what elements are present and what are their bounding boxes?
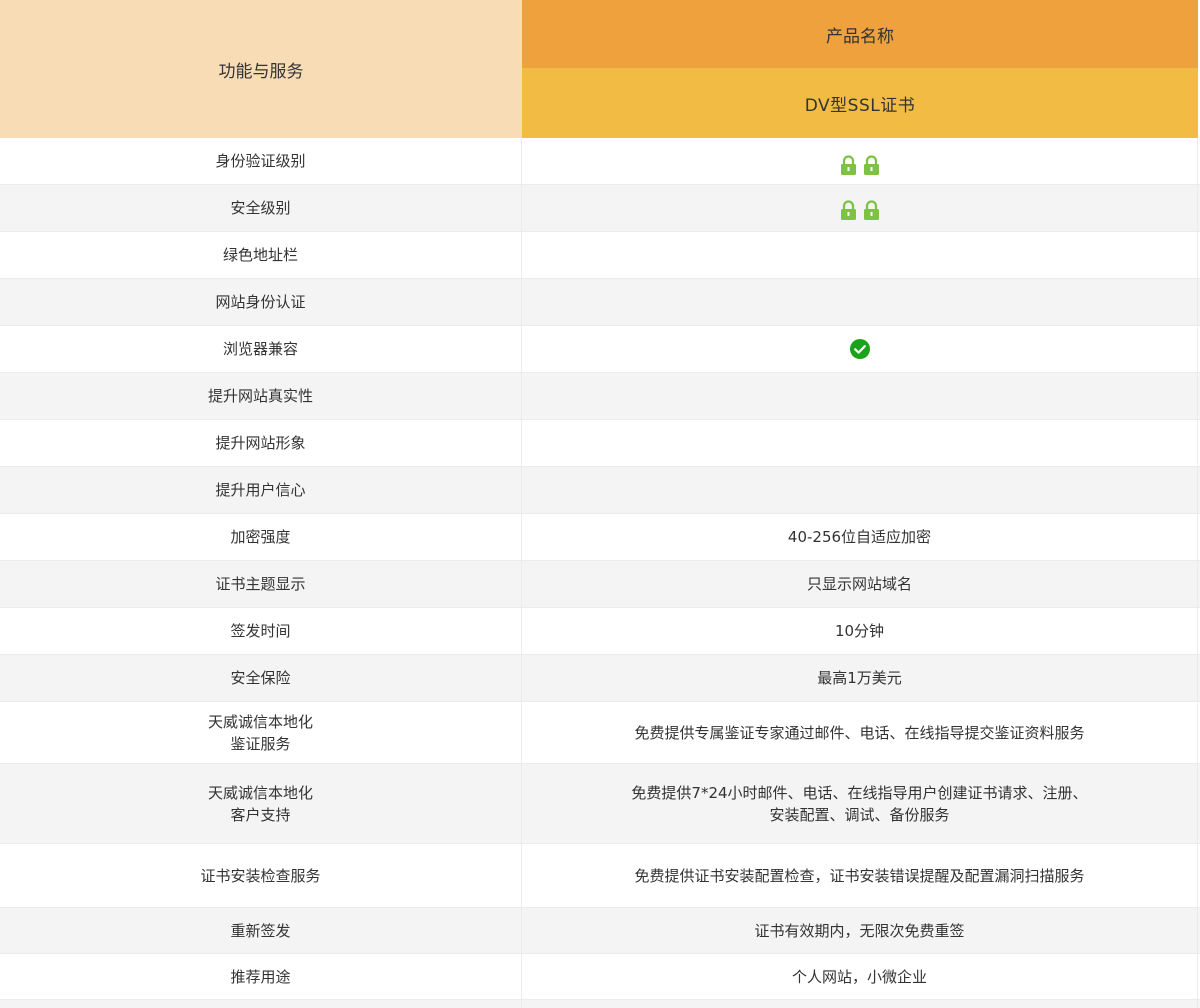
feature-cell: 天威诚信本地化 客户支持 bbox=[0, 764, 522, 843]
feature-cell: 身份验证级别 bbox=[0, 138, 522, 184]
feature-cell: 网站身份认证 bbox=[0, 279, 522, 325]
lock-icon bbox=[863, 155, 879, 175]
value-cell: 最高1万美元 bbox=[522, 655, 1198, 701]
table-row: 重新签发 证书有效期内，无限次免费重签 bbox=[0, 908, 1200, 954]
product-name-label: DV型SSL证书 bbox=[804, 95, 916, 116]
value-text: 只显示网站域名 bbox=[806, 575, 912, 593]
feature-cell: 推荐用途 bbox=[0, 954, 522, 999]
feature-label: 提升用户信心 bbox=[215, 481, 306, 499]
feature-label: 重新签发 bbox=[230, 921, 291, 940]
table-row: 绿色地址栏 bbox=[0, 232, 1200, 279]
value-cell bbox=[522, 326, 1198, 372]
feature-label: 网站身份认证 bbox=[215, 293, 306, 311]
value-cell: 证书有效期内，无限次免费重签 bbox=[522, 908, 1198, 953]
table-row: 加密强度 40-256位自适应加密 bbox=[0, 514, 1200, 561]
value-cell: 40-256位自适应加密 bbox=[522, 514, 1198, 560]
feature-cell: 浏览器兼容 bbox=[0, 326, 522, 372]
feature-label: 提升网站形象 bbox=[215, 434, 306, 452]
feature-label: 绿色地址栏 bbox=[222, 246, 298, 264]
value-cell: 免费提供专属鉴证专家通过邮件、电话、在线指导提交鉴证资料服务 bbox=[522, 702, 1198, 763]
lock-icon bbox=[863, 200, 879, 220]
value-cell bbox=[522, 185, 1198, 231]
feature-cell bbox=[0, 1000, 522, 1008]
table-row bbox=[0, 1000, 1200, 1008]
feature-label: 浏览器兼容 bbox=[222, 340, 298, 358]
table-row: 证书主题显示 只显示网站域名 bbox=[0, 561, 1200, 608]
lock-icon bbox=[840, 155, 856, 175]
table-row: 浏览器兼容 bbox=[0, 326, 1200, 373]
value-cell: 个人网站，小微企业 bbox=[522, 954, 1198, 999]
table-row: 签发时间 10分钟 bbox=[0, 608, 1200, 655]
feature-cell: 加密强度 bbox=[0, 514, 522, 560]
value-text: 最高1万美元 bbox=[817, 669, 902, 687]
value-cell bbox=[522, 1000, 1198, 1008]
feature-label-line: 天威诚信本地化 bbox=[207, 783, 313, 802]
value-cell: 只显示网站域名 bbox=[522, 561, 1198, 607]
table-row: 安全级别 bbox=[0, 185, 1200, 232]
value-cell bbox=[522, 373, 1198, 419]
table-row: 安全保险 最高1万美元 bbox=[0, 655, 1200, 702]
table-row: 证书安装检查服务 免费提供证书安装配置检查，证书安装错误提醒及配置漏洞扫描服务 bbox=[0, 844, 1200, 908]
value-cell: 免费提供7*24小时邮件、电话、在线指导用户创建证书请求、注册、 安装配置、调试… bbox=[522, 764, 1198, 843]
table-row: 推荐用途 个人网站，小微企业 bbox=[0, 954, 1200, 1000]
feature-label: 证书主题显示 bbox=[215, 575, 306, 593]
features-header-label: 功能与服务 bbox=[218, 61, 304, 82]
value-text: 证书有效期内，无限次免费重签 bbox=[754, 921, 965, 940]
value-text: 免费提供证书安装配置检查，证书安装错误提醒及配置漏洞扫描服务 bbox=[634, 866, 1085, 885]
feature-label: 安全级别 bbox=[230, 199, 291, 217]
value-cell bbox=[522, 138, 1198, 184]
product-title-label: 产品名称 bbox=[826, 26, 894, 47]
feature-label: 提升网站真实性 bbox=[207, 387, 313, 405]
value-text-line: 安装配置、调试、备份服务 bbox=[769, 805, 950, 824]
table-row: 提升网站真实性 bbox=[0, 373, 1200, 420]
feature-label: 签发时间 bbox=[230, 622, 291, 640]
value-cell bbox=[522, 232, 1198, 278]
value-text: 免费提供专属鉴证专家通过邮件、电话、在线指导提交鉴证资料服务 bbox=[634, 723, 1085, 742]
lock-icon bbox=[840, 200, 856, 220]
feature-cell: 安全级别 bbox=[0, 185, 522, 231]
value-cell: 免费提供证书安装配置检查，证书安装错误提醒及配置漏洞扫描服务 bbox=[522, 844, 1198, 907]
check-circle-icon bbox=[849, 339, 870, 359]
table-row: 天威诚信本地化 客户支持 免费提供7*24小时邮件、电话、在线指导用户创建证书请… bbox=[0, 764, 1200, 844]
table-row: 网站身份认证 bbox=[0, 279, 1200, 326]
value-cell: 10分钟 bbox=[522, 608, 1198, 654]
value-text: 个人网站，小微企业 bbox=[791, 967, 927, 986]
feature-label: 加密强度 bbox=[230, 528, 291, 546]
feature-cell: 证书主题显示 bbox=[0, 561, 522, 607]
feature-cell: 天威诚信本地化 鉴证服务 bbox=[0, 702, 522, 763]
table-row: 身份验证级别 bbox=[0, 138, 1200, 185]
value-text: 10分钟 bbox=[834, 622, 885, 640]
feature-label-line: 天威诚信本地化 bbox=[207, 712, 313, 731]
feature-label: 证书安装检查服务 bbox=[200, 866, 321, 885]
product-name-header: DV型SSL证书 bbox=[522, 68, 1198, 138]
feature-cell: 提升网站形象 bbox=[0, 420, 522, 466]
value-cell bbox=[522, 467, 1198, 513]
value-text-line: 免费提供7*24小时邮件、电话、在线指导用户创建证书请求、注册、 bbox=[631, 783, 1088, 802]
feature-cell: 提升用户信心 bbox=[0, 467, 522, 513]
feature-cell: 签发时间 bbox=[0, 608, 522, 654]
value-cell bbox=[522, 420, 1198, 466]
feature-cell: 提升网站真实性 bbox=[0, 373, 522, 419]
feature-label: 安全保险 bbox=[230, 669, 291, 687]
feature-label: 身份验证级别 bbox=[215, 152, 306, 170]
comparison-table: 功能与服务 产品名称 DV型SSL证书 身份验证级别 安全级别 绿色地址栏 网站… bbox=[0, 0, 1200, 1008]
value-cell bbox=[522, 279, 1198, 325]
table-row: 提升用户信心 bbox=[0, 467, 1200, 514]
feature-cell: 证书安装检查服务 bbox=[0, 844, 522, 907]
feature-cell: 安全保险 bbox=[0, 655, 522, 701]
table-row: 提升网站形象 bbox=[0, 420, 1200, 467]
feature-label: 推荐用途 bbox=[230, 967, 291, 986]
feature-cell: 绿色地址栏 bbox=[0, 232, 522, 278]
product-title-header: 产品名称 bbox=[522, 0, 1198, 68]
feature-cell: 重新签发 bbox=[0, 908, 522, 953]
feature-label-line: 客户支持 bbox=[230, 805, 291, 824]
feature-label-line: 鉴证服务 bbox=[230, 734, 291, 753]
features-header: 功能与服务 bbox=[0, 0, 522, 138]
value-text: 40-256位自适应加密 bbox=[787, 528, 932, 546]
table-row: 天威诚信本地化 鉴证服务 免费提供专属鉴证专家通过邮件、电话、在线指导提交鉴证资… bbox=[0, 702, 1200, 764]
